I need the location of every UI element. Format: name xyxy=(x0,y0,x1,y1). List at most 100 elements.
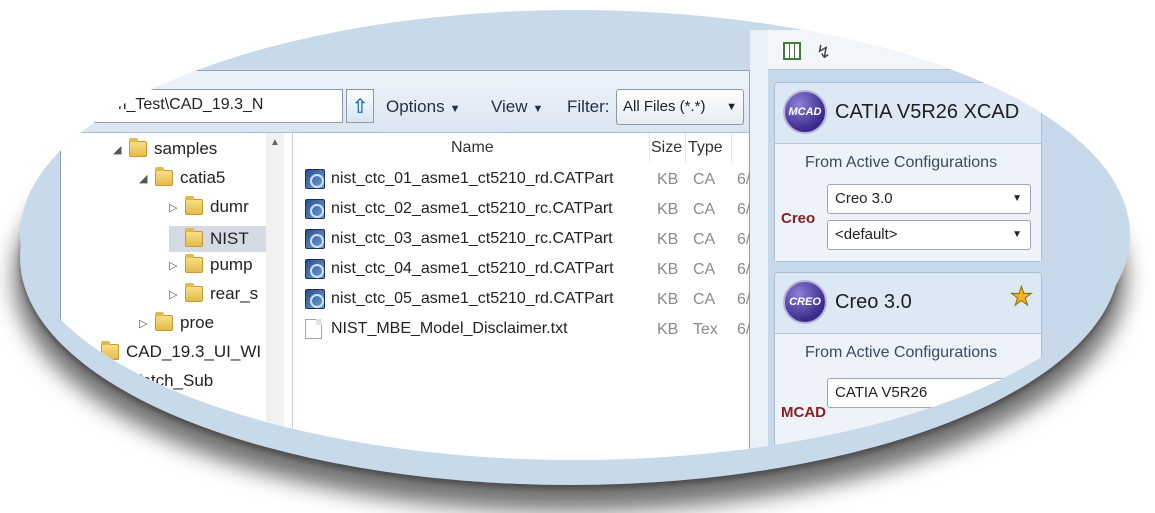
expand-right-icon: ▷ xyxy=(169,259,178,272)
catpart-file-icon xyxy=(305,169,325,189)
file-row[interactable]: nist_ctc_01_asme1_ct5210_rd.CATPart xyxy=(305,169,614,189)
file-row[interactable]: nist_ctc_05_asme1_ct5210_rd.CATPart xyxy=(305,289,614,309)
catia-card: MCAD CATIA V5R26 XCAD From Active Config… xyxy=(774,82,1042,262)
filter-value: All Files (*.*) xyxy=(623,98,706,115)
options-label: Options xyxy=(386,97,445,116)
file-row[interactable]: NIST_MBE_Model_Disclaimer.txt xyxy=(305,319,568,339)
tree-item-nist[interactable]: NIST xyxy=(169,226,266,252)
file-date: 6/ xyxy=(737,231,751,248)
folder-tree: ▲ ◢ samples ◢ catia5 ▷ dumr NIST ▷ pump ▷ rea… xyxy=(61,133,293,460)
tree-item-label: proe xyxy=(180,313,215,332)
creo-version-select[interactable]: Creo 3.0 ▼ xyxy=(827,184,1031,214)
panel-divider xyxy=(750,30,770,460)
file-date: 6/ xyxy=(737,321,751,338)
star-icon[interactable]: ★ xyxy=(1009,281,1033,312)
column-header-size[interactable]: Size xyxy=(651,139,682,157)
caret-down-icon: ▼ xyxy=(1012,229,1022,240)
arrow-up-icon: ⇧ xyxy=(351,95,369,118)
folder-icon xyxy=(101,341,119,360)
mcad-badge-icon: MCAD xyxy=(783,90,827,134)
options-menu[interactable]: Options ▼ xyxy=(386,97,460,117)
oval-viewport: orem_Test\CAD_19.3_N ⇧ Options ▼ View ▼ Fi… xyxy=(20,10,1130,460)
file-name: NIST_MBE_Model_Disclaimer.txt xyxy=(331,320,568,337)
folder-icon xyxy=(129,138,147,157)
file-name: nist_ctc_02_asme1_ct5210_rc.CATPart xyxy=(331,200,613,217)
file-dialog: orem_Test\CAD_19.3_N ⇧ Options ▼ View ▼ Fi… xyxy=(60,70,750,460)
column-header-type[interactable]: Type xyxy=(688,139,723,157)
file-type: CA xyxy=(693,291,716,308)
tree-scrollbar[interactable]: ▲ xyxy=(266,133,284,460)
tree-item-label: catia5 xyxy=(180,168,226,187)
catpart-file-icon xyxy=(305,289,325,309)
caret-down-icon: ▼ xyxy=(449,103,461,115)
tree-item-samples[interactable]: ◢ samples xyxy=(113,138,217,159)
mcad-label: MCAD xyxy=(781,404,826,421)
catia-version-select[interactable]: CATIA V5R26 xyxy=(827,378,1031,408)
file-date: 6/ xyxy=(737,201,751,218)
file-date: 6/ xyxy=(737,171,751,188)
section-title: From Active Configurations xyxy=(805,154,998,171)
creo-card: CREO Creo 3.0 ★ From Active Configuratio… xyxy=(774,272,1042,460)
tree-item-label: rear_s xyxy=(210,284,259,303)
path-input[interactable]: orem_Test\CAD_19.3_N xyxy=(81,89,343,123)
tree-item-catia5[interactable]: ◢ catia5 xyxy=(139,167,226,188)
text-file-icon xyxy=(305,319,322,339)
scroll-up-icon: ▲ xyxy=(270,137,280,148)
file-size: KB xyxy=(657,171,679,188)
filter-label: Filter: xyxy=(567,97,610,116)
file-row[interactable]: nist_ctc_02_asme1_ct5210_rc.CATPart xyxy=(305,199,613,219)
file-row[interactable]: nist_ctc_04_asme1_ct5210_rd.CATPart xyxy=(305,259,614,279)
file-date: 6/ xyxy=(737,291,751,308)
tree-item-proe[interactable]: ▷ proe xyxy=(139,312,215,333)
panel-toolbar: ↯ xyxy=(768,30,1108,70)
card-title: Creo 3.0 xyxy=(835,290,912,313)
folder-icon xyxy=(185,196,203,215)
folder-icon xyxy=(155,167,173,186)
expand-down-icon: ◢ xyxy=(113,143,122,156)
tree-item-watch-sub[interactable]: Watch_Sub xyxy=(101,370,213,391)
up-folder-button[interactable]: ⇧ xyxy=(346,89,374,123)
file-name: nist_ctc_03_asme1_ct5210_rc.CATPart xyxy=(331,230,613,247)
combo-value: CATIA V5R26 xyxy=(835,384,928,401)
expand-right-icon: ▷ xyxy=(169,201,178,214)
filter-select[interactable]: All Files (*.*) ▼ xyxy=(616,89,744,125)
section-title: From Active Configurations xyxy=(805,344,998,361)
card-header: CREO Creo 3.0 xyxy=(775,273,1041,331)
file-size: KB xyxy=(657,321,679,338)
file-list: Name Size Type nist_ctc_01_asme1_ct5210_… xyxy=(293,133,751,460)
combo-value: Creo 3.0 xyxy=(835,190,893,207)
file-name: nist_ctc_05_asme1_ct5210_rd.CATPart xyxy=(331,290,614,307)
column-header-name[interactable]: Name xyxy=(451,139,494,157)
tree-item-rear[interactable]: ▷ rear_s xyxy=(169,283,259,304)
column-separator xyxy=(685,133,686,163)
file-name: nist_ctc_04_asme1_ct5210_rd.CATPart xyxy=(331,260,614,277)
file-size: KB xyxy=(657,261,679,278)
caret-down-icon: ▼ xyxy=(726,101,737,113)
tree-item-label: CAD_19.3_UI_WI xyxy=(126,342,262,361)
view-menu[interactable]: View ▼ xyxy=(491,97,543,117)
file-size: KB xyxy=(657,201,679,218)
tree-item-cad-ui[interactable]: CAD_19.3_UI_WI xyxy=(101,341,262,362)
combo-value: <default> xyxy=(835,226,898,243)
file-type: Tex xyxy=(693,321,718,338)
file-type: CA xyxy=(693,171,716,188)
config-select[interactable]: <default> ▼ xyxy=(827,220,1031,250)
file-type: CA xyxy=(693,201,716,218)
caret-down-icon: ▼ xyxy=(1012,193,1022,204)
file-name: nist_ctc_01_asme1_ct5210_rd.CATPart xyxy=(331,170,614,187)
file-row[interactable]: nist_ctc_03_asme1_ct5210_rc.CATPart xyxy=(305,229,613,249)
tree-item-dumr[interactable]: ▷ dumr xyxy=(169,196,249,217)
file-date: 6/ xyxy=(737,261,751,278)
creo-badge-icon: CREO xyxy=(783,280,827,324)
catpart-file-icon xyxy=(305,259,325,279)
expand-down-icon: ◢ xyxy=(139,172,148,185)
grid-icon[interactable] xyxy=(783,42,801,60)
file-size: KB xyxy=(657,291,679,308)
tree-item-pump[interactable]: ▷ pump xyxy=(169,254,253,275)
folder-icon xyxy=(185,228,203,247)
folder-icon xyxy=(101,370,119,389)
wrench-icon[interactable]: ↯ xyxy=(816,42,834,62)
folder-icon xyxy=(155,312,173,331)
file-size: KB xyxy=(657,231,679,248)
file-type: CA xyxy=(693,231,716,248)
